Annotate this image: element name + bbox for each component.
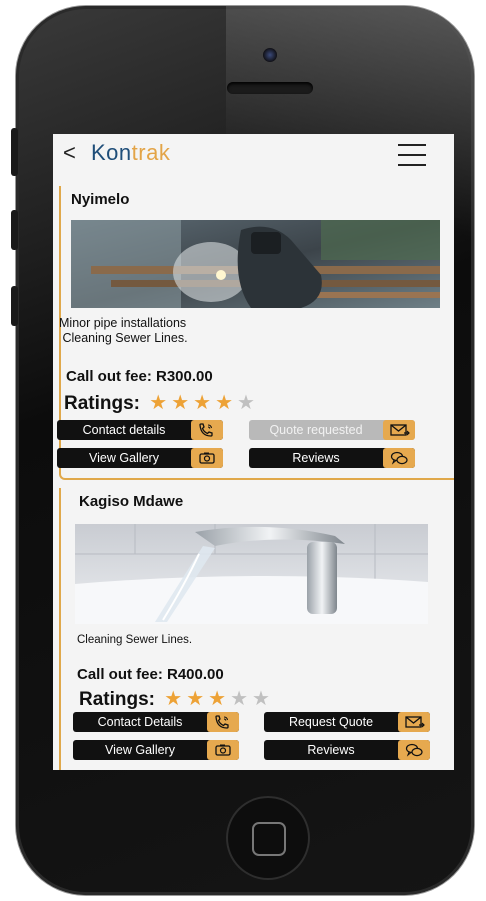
star-filled-icon: ★	[171, 392, 190, 414]
service-description: Cleaning Sewer Lines.	[77, 634, 193, 646]
mute-switch	[11, 128, 18, 176]
star-filled-icon: ★	[208, 688, 227, 710]
tap-water-photo	[75, 524, 428, 624]
app-screen: < Kontrak Nyimelo Minor pipe installatio…	[53, 134, 454, 770]
star-filled-icon: ★	[149, 392, 168, 414]
provider-card: Nyimelo Minor pipe installations Cleanin…	[57, 186, 454, 480]
contact-details-button[interactable]: Contact Details	[73, 712, 239, 732]
contact-details-button[interactable]: Contact details	[57, 420, 223, 440]
home-button-icon	[252, 822, 286, 856]
call-out-fee: Call out fee: R400.00	[77, 666, 224, 683]
star-empty-icon: ★	[252, 688, 270, 710]
ratings-row: Ratings: ★ ★ ★ ★ ★	[64, 390, 255, 415]
provider-card: Kagiso Mdawe Cleaning Sewer Lines. Call …	[59, 488, 454, 770]
star-filled-icon: ★	[215, 392, 234, 414]
request-quote-button[interactable]: Request Quote	[264, 712, 430, 732]
provider-name: Nyimelo	[71, 191, 130, 208]
ratings-label: Ratings:	[64, 393, 140, 414]
camera-icon	[207, 740, 239, 760]
chat-bubbles-icon	[398, 740, 430, 760]
reviews-button[interactable]: Reviews	[264, 740, 430, 760]
phone-icon	[191, 420, 223, 440]
volume-down-button	[11, 286, 18, 326]
provider-name: Kagiso Mdawe	[79, 493, 184, 510]
ratings-row: Ratings: ★ ★ ★ ★ ★	[79, 686, 270, 711]
call-out-fee: Call out fee: R300.00	[66, 368, 213, 385]
phone-icon	[207, 712, 239, 732]
view-gallery-button[interactable]: View Gallery	[57, 448, 223, 468]
home-button[interactable]	[226, 796, 310, 880]
view-gallery-button[interactable]: View Gallery	[73, 740, 239, 760]
star-filled-icon: ★	[186, 688, 205, 710]
star-filled-icon: ★	[193, 392, 212, 414]
chat-bubbles-icon	[383, 448, 415, 468]
mail-send-icon	[383, 420, 415, 440]
reviews-button[interactable]: Reviews	[249, 448, 415, 468]
hamburger-menu-icon[interactable]	[398, 144, 426, 166]
service-description: Minor pipe installations Cleaning Sewer …	[59, 316, 188, 345]
earpiece-speaker	[227, 82, 313, 94]
chevron-left-icon[interactable]: <	[63, 140, 76, 166]
star-empty-icon: ★	[230, 688, 249, 710]
front-camera	[263, 48, 277, 62]
ratings-label: Ratings:	[79, 689, 155, 710]
app-logo: Kontrak	[91, 140, 171, 165]
quote-requested-button[interactable]: Quote requested	[249, 420, 415, 440]
star-filled-icon: ★	[164, 688, 183, 710]
welder-photo	[71, 220, 440, 308]
app-header: < Kontrak	[53, 134, 454, 182]
mail-send-icon	[398, 712, 430, 732]
camera-icon	[191, 448, 223, 468]
volume-up-button	[11, 210, 18, 250]
star-empty-icon: ★	[237, 392, 255, 414]
